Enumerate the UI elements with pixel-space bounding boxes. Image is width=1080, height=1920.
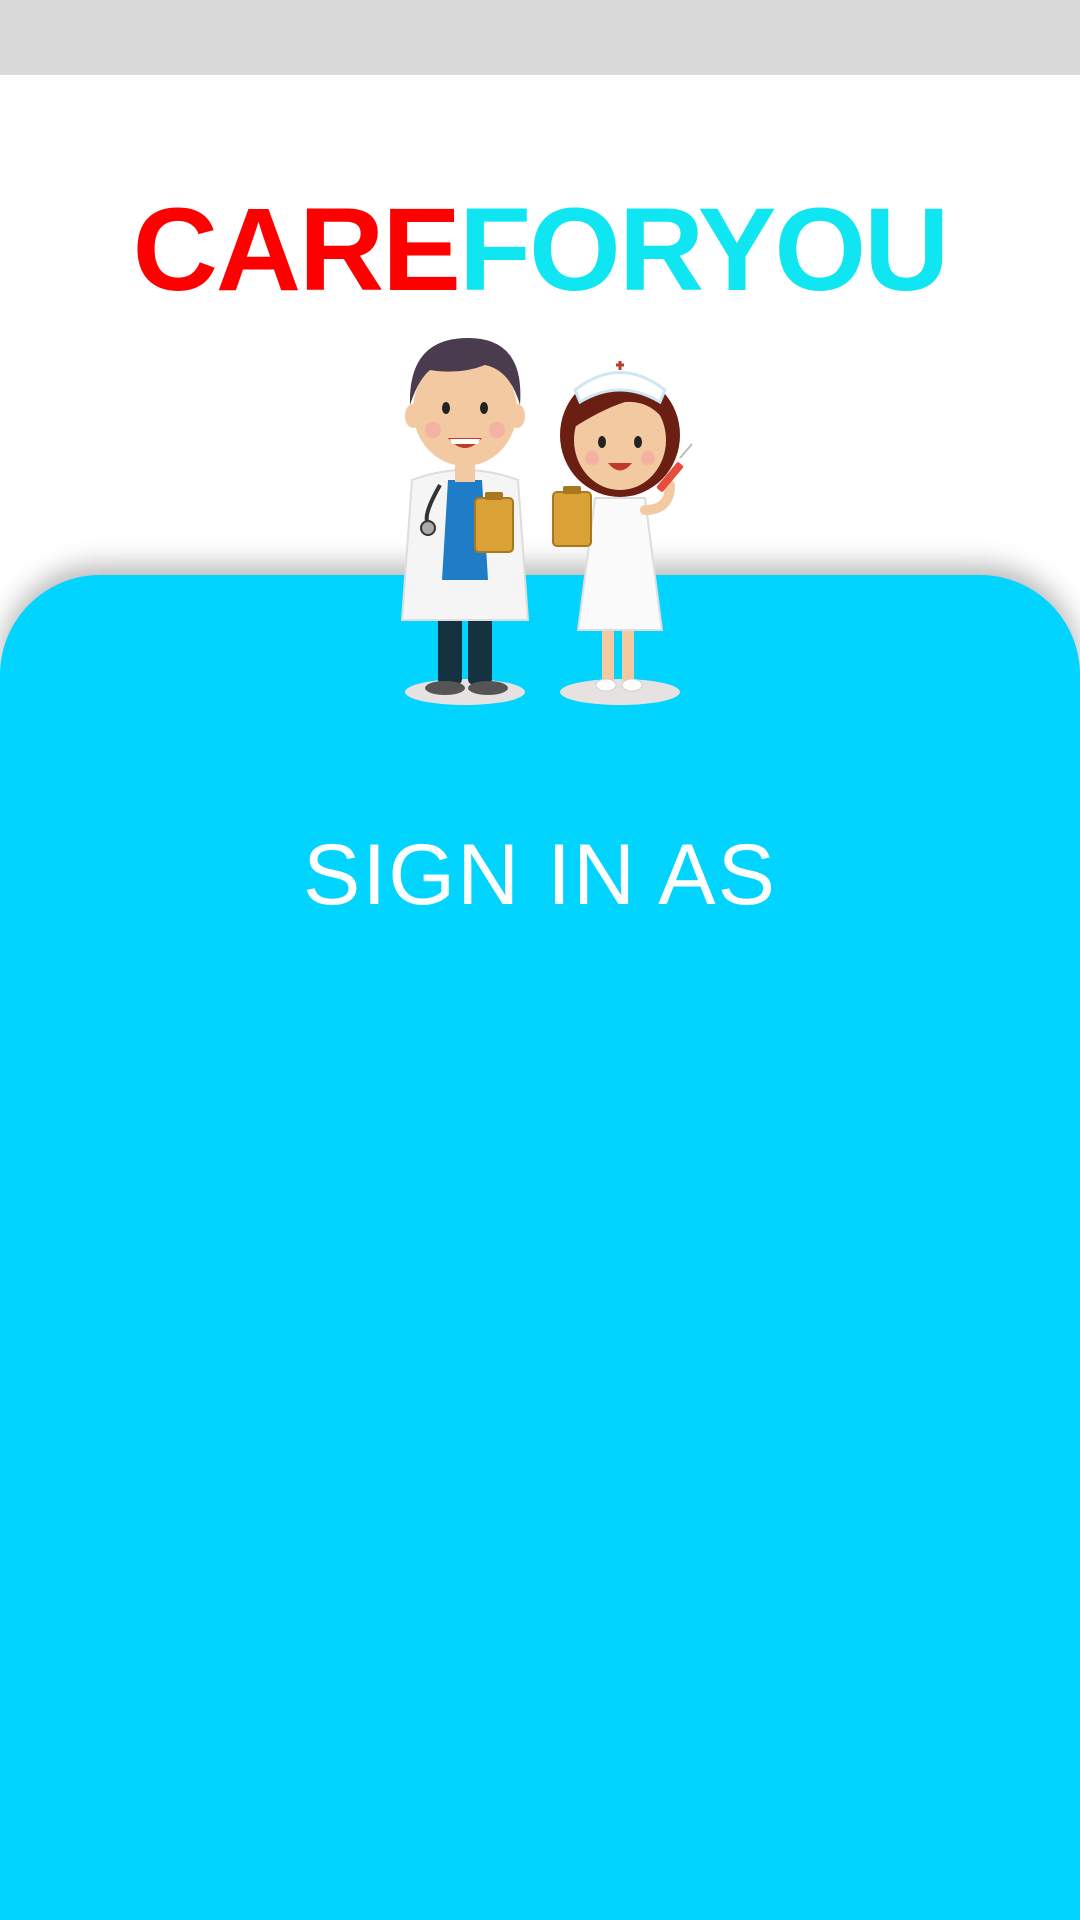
logo-text-care: CARE xyxy=(132,184,461,316)
sign-in-as-heading: SIGN IN AS xyxy=(302,827,778,923)
doctor-figure xyxy=(400,338,530,705)
nurse-figure xyxy=(552,361,693,705)
status-bar xyxy=(0,0,1080,75)
app-logo: CAREFORYOU xyxy=(0,190,1080,310)
sign-in-panel xyxy=(0,575,1080,1920)
logo-text-foryou: FORYOU xyxy=(458,184,949,316)
doctor-and-nurse-illustration xyxy=(400,338,693,705)
